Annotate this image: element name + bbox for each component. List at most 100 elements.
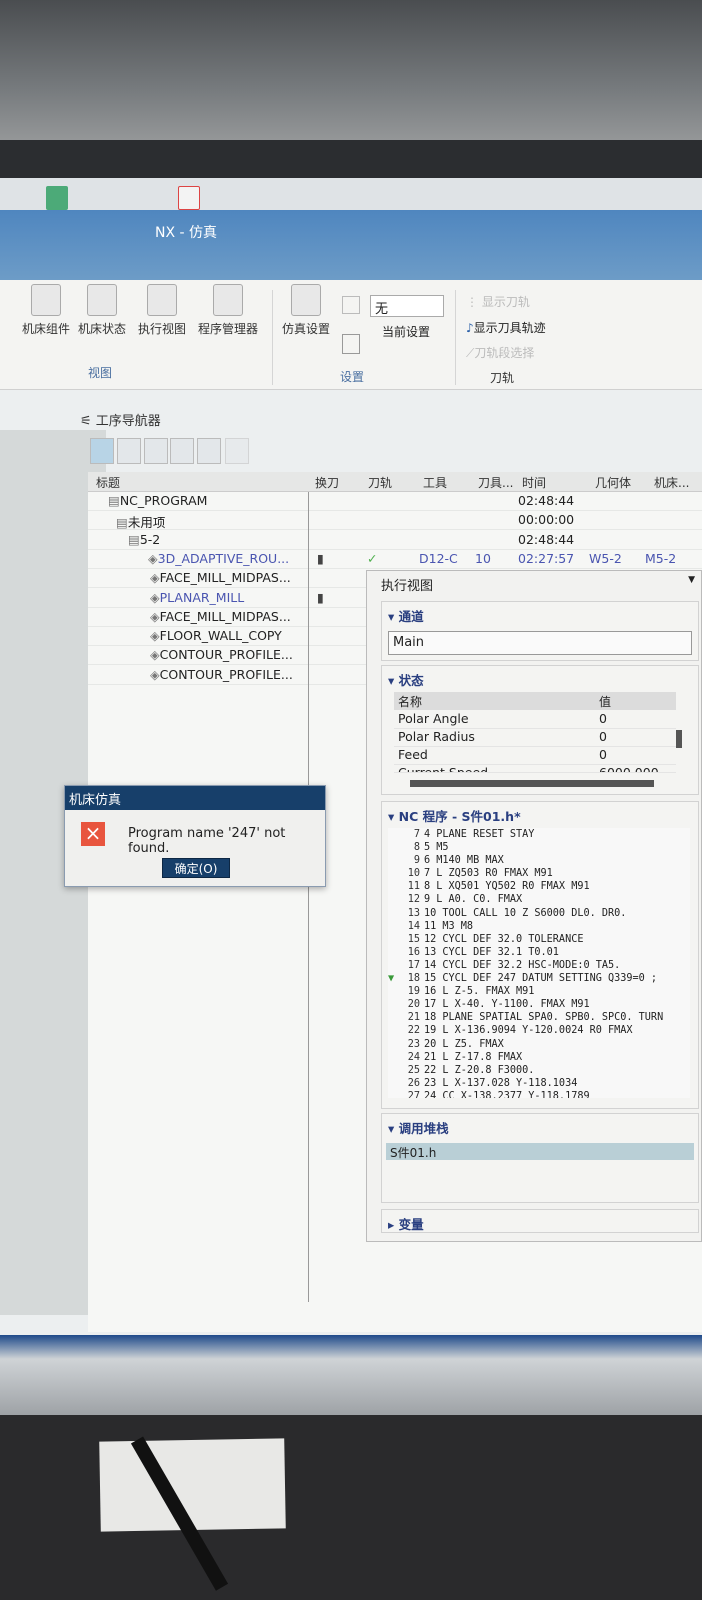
call-stack-item[interactable]: S件01.h	[386, 1143, 694, 1160]
cell-time: 02:27:57	[518, 550, 575, 566]
nc-line[interactable]: 23 20 L Z5. FMAX	[388, 1038, 690, 1051]
variables-header[interactable]: ▸ 变量	[382, 1210, 698, 1237]
method-view-icon[interactable]	[170, 438, 194, 464]
nc-line[interactable]: 11 8 L XQ501 YQ502 R0 FMAX M91	[388, 880, 690, 893]
ok-button[interactable]: 确定(O)	[162, 858, 230, 878]
cell-machine: M5-2	[645, 550, 677, 566]
status-row[interactable]: Feed 0	[394, 747, 676, 765]
status-name: Polar Angle	[398, 711, 469, 726]
table-row[interactable]: ▤5-2 02:48:44	[88, 531, 702, 550]
nc-line[interactable]: 22 19 L X-136.9094 Y-120.0024 R0 FMAX	[388, 1024, 690, 1037]
col-title[interactable]: 标题	[96, 474, 120, 491]
nc-line[interactable]: 15 12 CYCL DEF 32.0 TOLERANCE	[388, 933, 690, 946]
status-value: 0	[599, 729, 607, 744]
error-dialog: 机床仿真 × Program name '247' not found. 确定(…	[64, 785, 326, 887]
nc-line[interactable]: 25 22 L Z-20.8 F3000.	[388, 1064, 690, 1077]
call-stack-section: ▾ 调用堆栈 S件01.h	[381, 1113, 699, 1203]
setting-save-icon[interactable]	[342, 334, 360, 354]
channel-select[interactable]: Main	[388, 631, 692, 655]
channel-header[interactable]: ▾ 通道	[382, 602, 698, 629]
dialog-message: Program name '247' not found.	[128, 826, 286, 856]
col-machine[interactable]: 机床...	[654, 474, 689, 491]
status-row[interactable]: Polar Angle 0	[394, 711, 676, 729]
show-toolpath-button[interactable]: ⋮ 显示刀轨	[466, 293, 530, 310]
exec-view-button[interactable]: 执行视图	[128, 284, 196, 337]
add-icon[interactable]	[197, 438, 221, 464]
toolchange-icon: ▮	[317, 550, 324, 566]
table-row[interactable]: ◈3D_ADAPTIVE_ROU... ▮ ✓ D12-C 10 02:27:57 W5-2…	[88, 550, 702, 569]
machine-tool-view-icon[interactable]	[117, 438, 141, 464]
col-time[interactable]: 时间	[522, 474, 546, 491]
col-toolnum[interactable]: 刀具...	[478, 474, 513, 491]
operation-navigator-title: ⚟ 工序导航器	[80, 414, 161, 429]
g-code-icon	[147, 284, 177, 316]
table-row[interactable]: ▤未用项 00:00:00	[88, 511, 702, 531]
nc-line[interactable]: 20 17 L X-40. Y-1100. FMAX M91	[388, 998, 690, 1011]
show-tool-trace-button[interactable]: ♪显示刀具轨迹	[466, 319, 546, 336]
nc-line[interactable]: ▼ 18 15 CYCL DEF 247 DATUM SETTING Q339=0 …	[388, 972, 690, 985]
current-setting-field[interactable]: 无	[370, 295, 444, 317]
document-app-icon[interactable]	[178, 186, 200, 210]
nc-line[interactable]: 96 M140 MB MAX	[388, 854, 690, 867]
nc-line[interactable]: 12 9 L A0. C0. FMAX	[388, 893, 690, 906]
table-row[interactable]: ▤NC_PROGRAM 02:48:44	[88, 492, 702, 511]
vertical-scrollbar[interactable]	[676, 730, 682, 748]
nc-line[interactable]: 16 13 CYCL DEF 32.1 T0.01	[388, 946, 690, 959]
status-header[interactable]: ▾ 状态	[382, 666, 698, 693]
nc-line[interactable]: 27 24 CC X-138.2377 Y-118.1789	[388, 1090, 690, 1098]
operation-name: ◈FLOOR_WALL_COPY	[150, 628, 282, 644]
path-status-check: ✓	[367, 550, 378, 566]
group-label-view: 视图	[88, 366, 113, 380]
setting-list-icon[interactable]	[342, 296, 360, 314]
operation-name: ▤5-2	[128, 531, 161, 547]
horizontal-scrollbar[interactable]	[410, 780, 654, 787]
nc-line[interactable]: 14 11 M3 M8	[388, 920, 690, 933]
nc-line[interactable]: 19 16 L Z-5. FMAX M91	[388, 985, 690, 998]
background-room	[0, 0, 702, 150]
status-table-header: 名称 值	[394, 692, 676, 710]
program-order-view-icon[interactable]	[90, 438, 114, 464]
geometry-view-icon[interactable]	[144, 438, 168, 464]
col-toolchange[interactable]: 换刀	[315, 474, 339, 491]
nc-line[interactable]: 74 PLANE RESET STAY	[388, 828, 690, 841]
desktop-strip	[0, 178, 702, 210]
status-value: 0	[599, 747, 607, 762]
nc-line[interactable]: 85 M5	[388, 841, 690, 854]
call-stack-header[interactable]: ▾ 调用堆栈	[382, 1114, 698, 1141]
nc-line[interactable]: 26 23 L X-137.028 Y-118.1034	[388, 1077, 690, 1090]
nc-code-view[interactable]: 74 PLANE RESET STAY 8 5 M5 9 6 M140 MB MAX 10…	[388, 828, 690, 1098]
cell-tool: D12-C	[419, 550, 458, 566]
machine-state-button[interactable]: 机床状态	[68, 284, 136, 337]
window-title: NX - 仿真	[155, 225, 218, 241]
remove-icon[interactable]	[225, 438, 249, 464]
dialog-title: 机床仿真	[65, 786, 325, 810]
nc-program-header[interactable]: ▾ NC 程序 - S件01.h*	[382, 802, 698, 829]
operation-icon: ◈	[148, 550, 158, 566]
status-name: Current Speed	[398, 765, 489, 773]
status-row[interactable]: Current Speed 6000.000 -	[394, 765, 676, 773]
panel-menu-icon[interactable]: ▼	[688, 575, 695, 585]
nc-line[interactable]: 17 14 CYCL DEF 32.2 HSC-MODE:0 TA5.	[388, 959, 690, 972]
nc-line[interactable]: 10 7 L ZQ503 R0 FMAX M91	[388, 867, 690, 880]
operation-icon: ◈	[150, 570, 160, 586]
spreadsheet-app-icon[interactable]	[46, 186, 68, 210]
nc-line[interactable]: 24 21 L Z-17.8 FMAX	[388, 1051, 690, 1064]
sim-settings-button[interactable]: 仿真设置	[272, 284, 340, 337]
nc-line[interactable]: 13 10 TOOL CALL 10 Z S6000 DL0. DR0.	[388, 907, 690, 920]
nc-program-section: ▾ NC 程序 - S件01.h* 74 PLANE RESET STAY 8 5 …	[381, 801, 699, 1109]
operation-name: ◈CONTOUR_PROFILE...	[150, 666, 293, 682]
col-tool[interactable]: 工具	[423, 474, 447, 491]
divider	[455, 290, 456, 385]
toolpath-segment-select-button[interactable]: ⟋刀轨段选择	[466, 344, 534, 361]
operation-icon: ◈	[150, 647, 160, 663]
operation-name: ◈3D_ADAPTIVE_ROU...	[148, 550, 290, 566]
operation-name: ◈FACE_MILL_MIDPAS...	[150, 570, 291, 586]
machine-state-icon	[87, 284, 117, 316]
col-path[interactable]: 刀轨	[368, 474, 392, 491]
status-row[interactable]: Polar Radius 0	[394, 729, 676, 747]
col-geometry[interactable]: 几何体	[595, 474, 631, 491]
nc-line[interactable]: 21 18 PLANE SPATIAL SPA0. SPB0. SPC0. TUR…	[388, 1011, 690, 1024]
program-manager-button[interactable]: 程序管理器	[194, 284, 262, 337]
program-manager-icon	[213, 284, 243, 316]
machine-component-icon	[31, 284, 61, 316]
